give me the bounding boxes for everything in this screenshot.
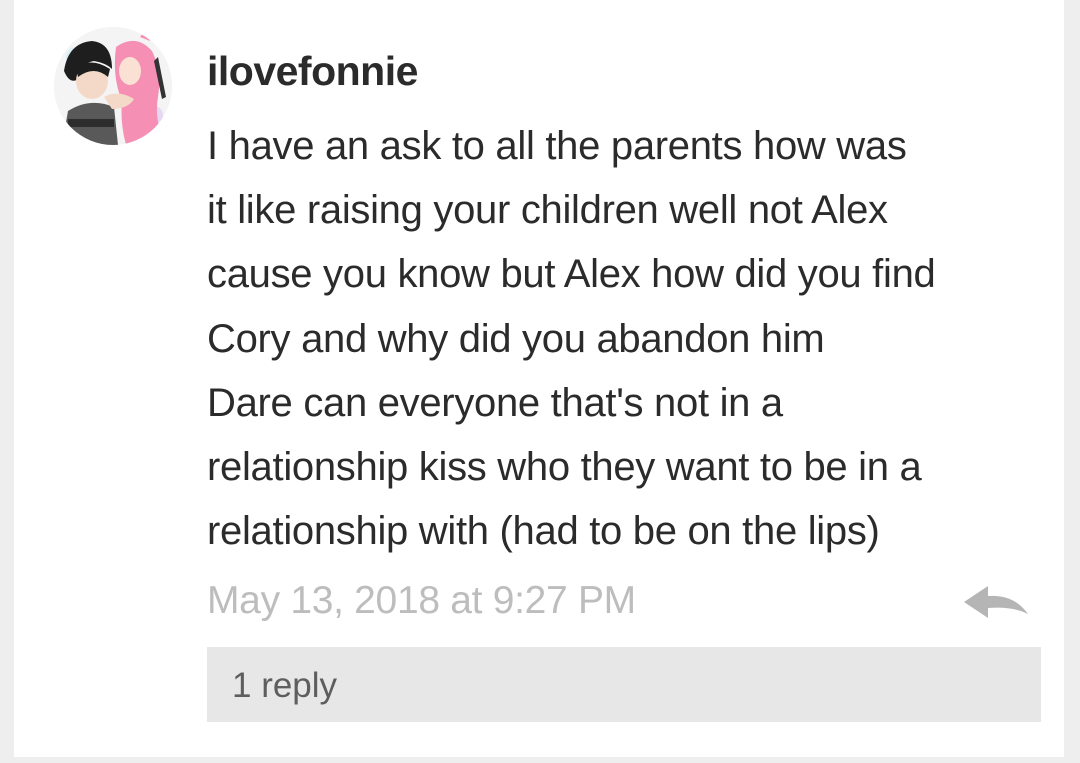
comment-text-line: it like raising your children well not A… — [207, 188, 888, 233]
view-replies-button[interactable]: 1 reply — [207, 647, 1041, 722]
comment-username[interactable]: ilovefonnie — [207, 48, 418, 95]
comment-text-line: cause you know but Alex how did you find — [207, 252, 936, 297]
user-avatar-illustration — [54, 27, 172, 145]
comment-text-line: Cory and why did you abandon him — [207, 316, 825, 361]
comment-text-line: Dare can everyone that's not in a — [207, 380, 783, 425]
comment-text-line: relationship kiss who they want to be in… — [207, 444, 922, 489]
comment-body: I have an ask to all the parents how was… — [207, 114, 1037, 563]
replies-count-label: 1 reply — [232, 666, 338, 705]
comment-text-line: I have an ask to all the parents how was — [207, 124, 907, 168]
comment-timestamp: May 13, 2018 at 9:27 PM — [207, 579, 636, 622]
reply-button[interactable] — [962, 580, 1032, 626]
reply-arrow-icon — [964, 586, 1028, 618]
user-avatar[interactable] — [54, 27, 172, 145]
comment-card: ilovefonnie I have an ask to all the par… — [14, 0, 1064, 757]
comment-text-line: relationship with (had to be on the lips… — [207, 509, 880, 554]
